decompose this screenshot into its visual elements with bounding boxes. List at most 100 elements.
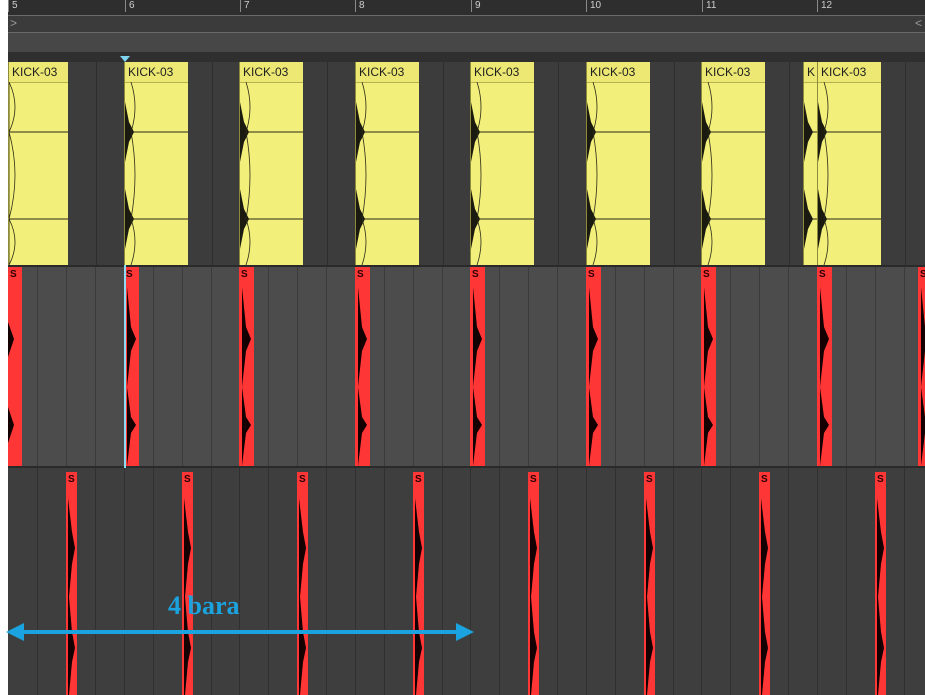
bar-number: 12: [817, 0, 832, 12]
clip-waveform: [818, 82, 881, 265]
clip-waveform: [356, 82, 419, 265]
loop-end-marker-icon[interactable]: <: [915, 16, 922, 30]
grid-line: [153, 468, 154, 695]
bar-number: 7: [240, 0, 250, 12]
grid-line: [586, 468, 587, 695]
clip-waveform: [415, 498, 422, 695]
scrub-area[interactable]: > <: [8, 15, 925, 33]
arrangement-view: 5 6 7 8 9 10 11 12 > < KICK-03 KICK-03 K…: [8, 0, 925, 695]
clip-name: KICK-03: [128, 65, 174, 79]
grid-line: [211, 468, 212, 695]
audio-clip-kick[interactable]: KICK-03: [239, 62, 303, 265]
grid-line: [788, 468, 789, 695]
clip-waveform: [587, 82, 650, 265]
audio-clip-snare[interactable]: S: [355, 267, 370, 466]
grid-line: [37, 267, 38, 466]
audio-clip-kick[interactable]: KICK-03: [8, 62, 68, 265]
grid-line: [788, 267, 789, 466]
track-lane-snare-b[interactable]: S S S S S S S S: [8, 468, 925, 695]
clip-waveform: [704, 287, 713, 466]
audio-clip-kick[interactable]: KICK-03: [124, 62, 188, 265]
clip-waveform: [125, 82, 188, 265]
clip-name: KICK-03: [474, 65, 520, 79]
grid-line: [557, 267, 558, 466]
grid-line: [327, 62, 328, 265]
grid-line: [326, 468, 327, 695]
audio-clip-snare[interactable]: S: [701, 267, 716, 466]
clip-waveform: [804, 102, 817, 249]
clip-waveform: [240, 82, 303, 265]
grid-line: [905, 62, 906, 265]
audio-clip-snare[interactable]: S: [124, 267, 139, 466]
clip-name: KICK-03: [359, 65, 405, 79]
clip-name: KICK-03: [12, 65, 58, 79]
audio-clip-snare[interactable]: S: [239, 267, 254, 466]
audio-clip-snare[interactable]: S: [759, 472, 770, 695]
clip-waveform: [8, 322, 14, 443]
grid-line: [442, 468, 443, 695]
grid-line: [124, 468, 125, 695]
audio-clip-snare[interactable]: S: [182, 472, 193, 695]
timeline-ruler[interactable]: 5 6 7 8 9 10 11 12 > <: [8, 0, 925, 33]
grid-line: [268, 267, 269, 466]
audio-clip-snare[interactable]: S: [8, 267, 22, 466]
grid-line: [789, 62, 790, 265]
clip-waveform: [530, 498, 537, 695]
grid-line: [212, 62, 213, 265]
grid-line: [730, 468, 731, 695]
audio-clip-kick[interactable]: KICK-03: [355, 62, 419, 265]
clip-waveform: [358, 287, 367, 466]
audio-clip-snare[interactable]: S: [470, 267, 485, 466]
grid-line: [615, 267, 616, 466]
clip-name: KICK-03: [590, 65, 636, 79]
grid-line: [96, 62, 97, 265]
grid-line: [384, 267, 385, 466]
audio-clip-snare[interactable]: S: [644, 472, 655, 695]
bar-number: 9: [471, 0, 481, 12]
audio-clip-snare[interactable]: S: [817, 267, 832, 466]
audio-clip-snare[interactable]: S: [586, 267, 601, 466]
grid-line: [644, 267, 645, 466]
audio-clip-snare[interactable]: S: [66, 472, 77, 695]
loop-start-marker-icon[interactable]: >: [10, 16, 17, 30]
clip-waveform: [127, 287, 136, 466]
bar-number: 5: [8, 0, 18, 12]
audio-clip-kick[interactable]: KICK-03: [701, 62, 765, 265]
grid-line: [673, 468, 674, 695]
annotation-label: 4 bara: [168, 591, 240, 620]
audio-clip-snare[interactable]: S: [413, 472, 424, 695]
track-lane-snare-a[interactable]: S S S S S S S S: [8, 265, 925, 468]
grid-line: [443, 62, 444, 265]
audio-clip-snare[interactable]: S: [875, 472, 886, 695]
grid-line: [673, 267, 674, 466]
bar-number: 11: [702, 0, 716, 12]
audio-clip-kick[interactable]: KICK-03: [586, 62, 650, 265]
grid-line: [153, 267, 154, 466]
clip-waveform: [184, 498, 191, 695]
grid-line: [470, 468, 471, 695]
screenshot-stage: 5 6 7 8 9 10 11 12 > < KICK-03 KICK-03 K…: [0, 0, 925, 695]
audio-clip-snare[interactable]: S: [297, 472, 308, 695]
bar-number: 8: [355, 0, 365, 12]
locator-strip[interactable]: [8, 33, 925, 52]
clip-waveform: [702, 82, 765, 265]
clip-waveform: [761, 498, 768, 695]
grid-line: [66, 267, 67, 466]
grid-line: [95, 267, 96, 466]
clip-name: KICK-03: [821, 65, 867, 79]
bar-number: 6: [125, 0, 135, 12]
clip-waveform: [471, 82, 534, 265]
grid-line: [442, 267, 443, 466]
audio-clip-kick[interactable]: KICK-03: [470, 62, 534, 265]
clip-waveform: [877, 498, 884, 695]
grid-line: [268, 468, 269, 695]
audio-clip-kick[interactable]: KICK-03: [817, 62, 881, 265]
clip-waveform: [242, 287, 251, 466]
audio-clip-snare[interactable]: S: [918, 267, 925, 466]
grid-line: [904, 468, 905, 695]
audio-clip-kick[interactable]: K: [803, 62, 817, 265]
track-lane-kick[interactable]: KICK-03 KICK-03 KICK-03 KICK-03 KICK-03 …: [8, 62, 925, 265]
audio-clip-snare[interactable]: S: [528, 472, 539, 695]
grid-line: [37, 468, 38, 695]
grid-line: [875, 267, 876, 466]
